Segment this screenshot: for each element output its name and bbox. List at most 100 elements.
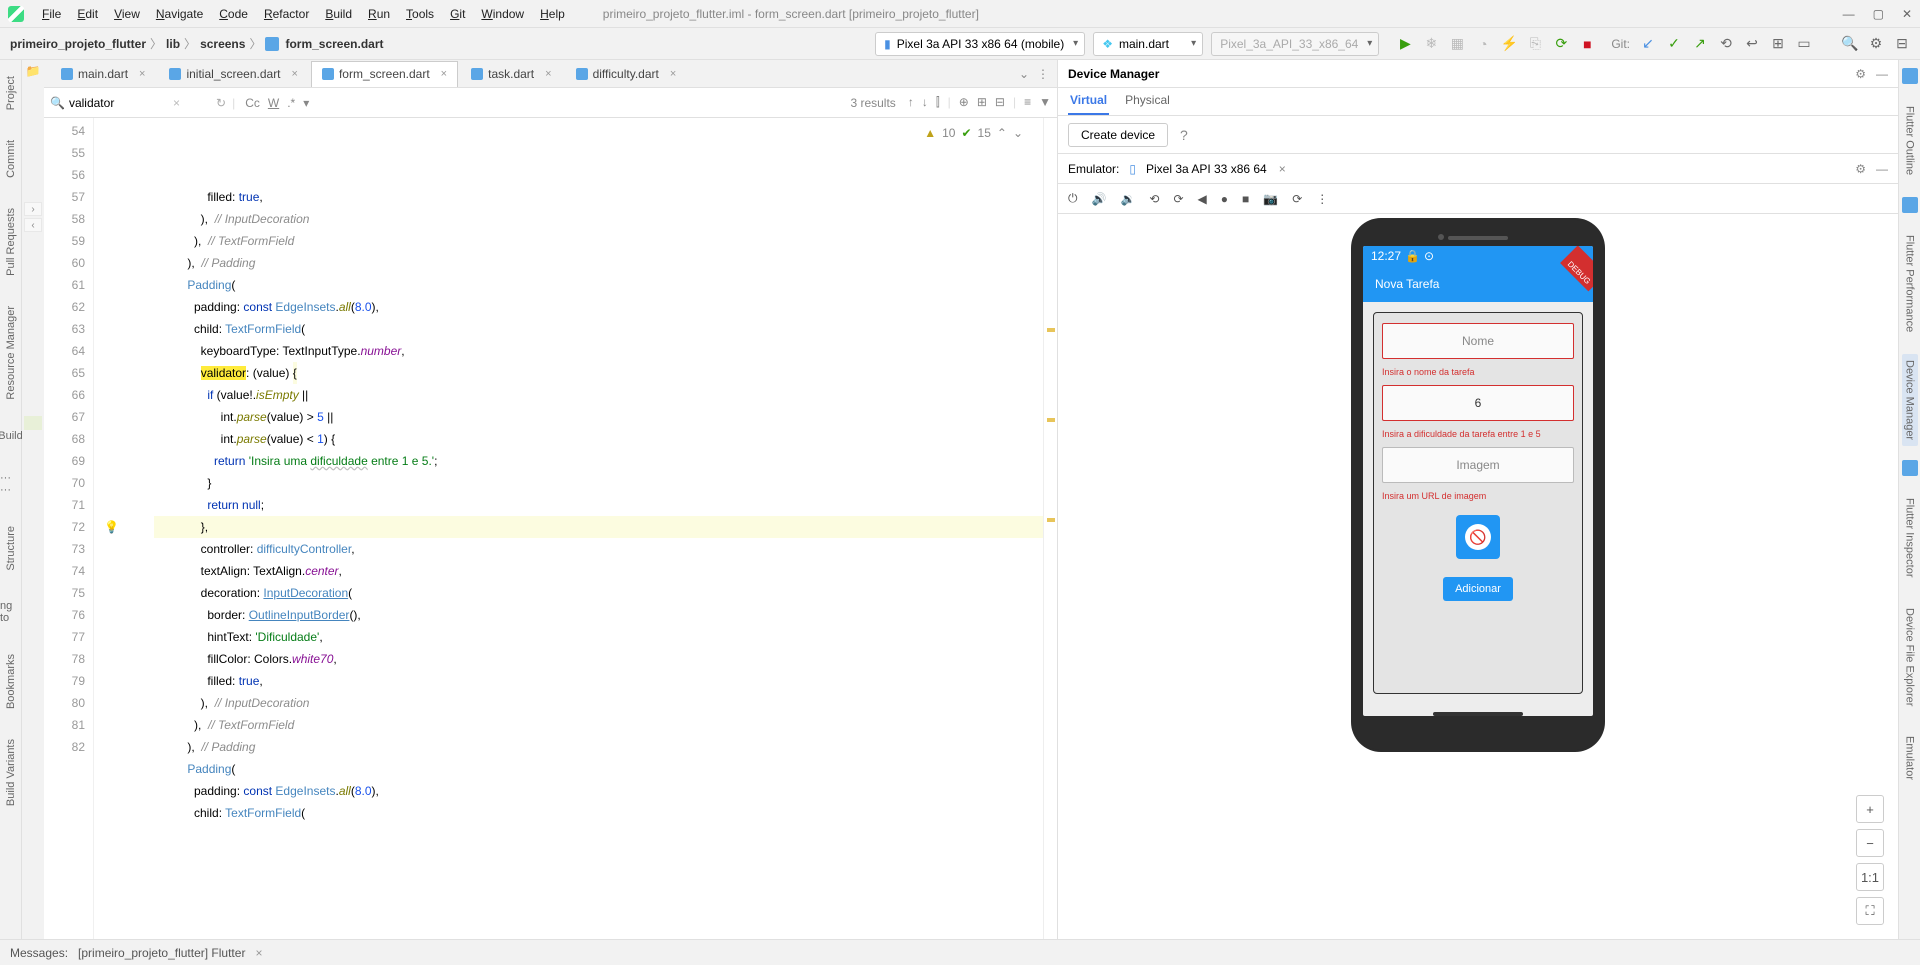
git-history-icon[interactable]: ⟲ [1718,36,1734,52]
toolbox-icon[interactable]: ⊞ [1770,36,1786,52]
close-tab-icon[interactable]: × [670,68,676,80]
record-icon[interactable]: ⟳ [1292,192,1302,206]
rotate-left-icon[interactable]: ⟲ [1149,192,1159,206]
avd-dropdown[interactable]: Pixel_3a_API_33_x86_64 [1211,32,1379,56]
more-options-icon[interactable]: ⋮ [1316,192,1328,206]
messages-text[interactable]: [primeiro_projeto_flutter] Flutter [78,946,245,960]
menu-run[interactable]: Run [360,5,398,23]
tab-more-icon[interactable]: ⋮ [1037,67,1049,81]
tool-bookmarks[interactable]: Bookmarks [5,646,17,717]
match-case-icon[interactable]: Cc [245,96,260,110]
debug-icon[interactable]: ❄ [1423,36,1439,52]
menu-build[interactable]: Build [317,5,360,23]
tab-virtual[interactable]: Virtual [1068,89,1109,115]
emulator-minimize-icon[interactable]: — [1876,162,1888,176]
nav-pill[interactable] [1433,712,1523,716]
help-icon[interactable]: ? [1180,127,1188,143]
filter-dropdown-icon[interactable]: ▾ [303,96,309,110]
tool-device-file-explorer[interactable]: Device File Explorer [1904,600,1916,714]
power-icon[interactable]: ⏻ [1068,191,1078,206]
words-icon[interactable]: W [268,96,279,110]
volume-down-icon[interactable]: 🔉 [1120,192,1135,206]
create-device-button[interactable]: Create device [1068,123,1168,147]
hot-reload-icon[interactable]: ⚡ [1501,36,1517,52]
attach-icon[interactable]: ⎘ [1527,36,1543,52]
menu-navigate[interactable]: Navigate [148,5,211,23]
tab-dropdown-icon[interactable]: ⌄ [1019,67,1029,81]
phone-screen[interactable]: 12:27 🔒 ⊙ ▾▮ Nova Tarefa DEBUG Nome Insi… [1363,246,1593,716]
run-config-dropdown[interactable]: ❖ main.dart [1093,32,1203,56]
breadcrumb[interactable]: primeiro_projeto_flutter 〉 lib 〉 screens… [10,35,384,52]
tool-build-variants[interactable]: Build Variants [5,731,17,814]
menu-tools[interactable]: Tools [398,5,442,23]
stop-icon[interactable]: ■ [1579,36,1595,52]
prev-match-icon[interactable]: ↑ [908,95,914,110]
tab-physical[interactable]: Physical [1123,89,1172,115]
intention-bulb-icon[interactable]: 💡 [104,516,119,538]
tool-flutter-inspector[interactable]: Flutter Inspector [1904,490,1916,585]
maximize-icon[interactable]: ▢ [1873,7,1884,21]
tool-resource-manager[interactable]: Resource Manager [5,298,17,408]
remove-selection-icon[interactable]: ⊟ [995,95,1005,110]
menu-view[interactable]: View [106,5,148,23]
close-emulator-icon[interactable]: × [1279,162,1286,176]
tool-device-manager[interactable]: Device Manager [1904,360,1916,440]
name-field[interactable]: Nome [1382,323,1574,359]
code-content[interactable]: ▲10 ✔15 ⌃ ⌄ filled: true, ), // InputDec… [154,118,1043,939]
git-push-icon[interactable]: ↗ [1692,36,1708,52]
close-tab-icon[interactable]: × [545,68,551,80]
menu-git[interactable]: Git [442,5,473,23]
avd-manager-icon[interactable]: ▭ [1796,36,1812,52]
zoom-fit-button[interactable]: ⛶ [1856,897,1884,925]
file-tab[interactable]: form_screen.dart× [311,61,458,87]
close-tab-icon[interactable]: × [441,68,447,80]
restart-icon[interactable]: ⟳ [1553,36,1569,52]
select-all-icon[interactable]: ⊞ [977,95,987,110]
tool-project[interactable]: Project [5,68,17,118]
git-commit-icon[interactable]: ✓ [1666,36,1682,52]
menu-file[interactable]: File [34,5,69,23]
file-tab[interactable]: difficulty.dart× [565,61,688,87]
breadcrumb-project[interactable]: primeiro_projeto_flutter [10,37,146,51]
file-tab[interactable]: main.dart× [50,61,156,87]
next-match-icon[interactable]: ↓ [922,95,928,110]
coverage-icon[interactable]: ▦ [1449,36,1465,52]
toggle-split-icon[interactable]: ⫿ [936,95,940,110]
screenshot-icon[interactable]: 📷 [1263,192,1278,206]
panel-settings-icon[interactable]: ⚙ [1855,67,1866,81]
nav-right-icon[interactable]: › [24,202,42,216]
clear-search-icon[interactable]: × [173,96,180,110]
device-target-dropdown[interactable]: ▮ Pixel 3a API 33 x86 64 (mobile) [875,32,1085,56]
sort-icon[interactable]: ≡ [1024,95,1031,110]
nav-left-icon[interactable]: ‹ [24,218,42,232]
settings-icon[interactable]: ⚙ [1868,36,1884,52]
close-window-icon[interactable]: ✕ [1902,7,1912,21]
zoom-out-button[interactable]: − [1856,829,1884,857]
code-editor[interactable]: 5455565758596061626364656667686970717273… [44,118,1057,939]
search-input[interactable] [69,96,169,110]
messages-close-icon[interactable]: × [255,946,262,960]
annot-down-icon[interactable]: ⌄ [1013,122,1023,144]
volume-up-icon[interactable]: 🔊 [1092,192,1107,206]
error-stripe[interactable] [1043,118,1057,939]
overview-icon[interactable]: ■ [1242,192,1249,206]
sync-icon[interactable]: ⊟ [1894,36,1910,52]
file-tab[interactable]: initial_screen.dart× [158,61,309,87]
home-icon[interactable]: ● [1221,192,1228,206]
difficulty-field[interactable]: 6 [1382,385,1574,421]
rotate-right-icon[interactable]: ⟳ [1173,192,1183,206]
tool-flutter-outline[interactable]: Flutter Outline [1904,98,1916,183]
git-rollback-icon[interactable]: ↩ [1744,36,1760,52]
emulator-settings-icon[interactable]: ⚙ [1855,162,1866,176]
menu-edit[interactable]: Edit [69,5,106,23]
image-field[interactable]: Imagem [1382,447,1574,483]
folder-icon[interactable]: 📁 [26,64,41,78]
warning-count[interactable]: 10 [942,122,955,144]
git-update-icon[interactable]: ↙ [1640,36,1656,52]
tool-emulator[interactable]: Emulator [1904,728,1916,788]
tool-pull-requests[interactable]: Pull Requests [5,200,17,284]
regex-icon[interactable]: .* [287,96,295,110]
tool-structure[interactable]: Structure [5,518,17,579]
run-icon[interactable]: ▶ [1397,36,1413,52]
tool-flutter-performance[interactable]: Flutter Performance [1904,227,1916,340]
